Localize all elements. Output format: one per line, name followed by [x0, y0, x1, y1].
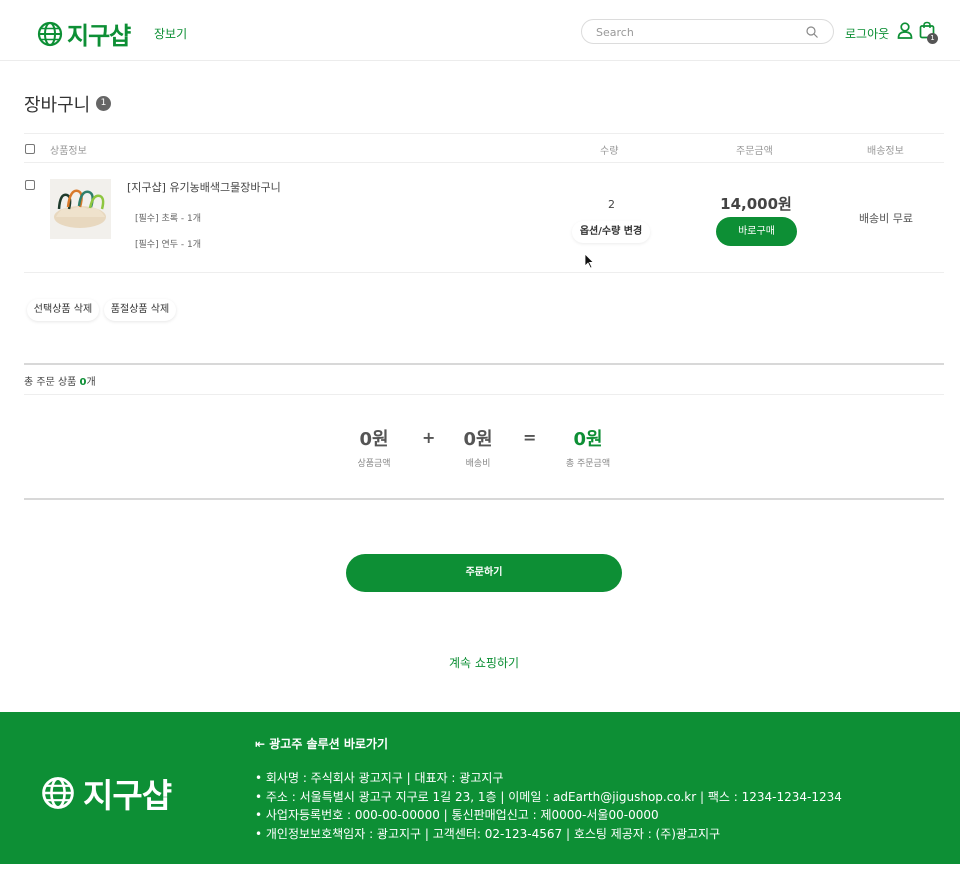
- footer-address-info: • 주소 : 서울특별시 광고구 지구로 1길 23, 1층 | 이메일 : a…: [255, 790, 842, 804]
- shipping-info: 배송비 무료: [858, 212, 914, 225]
- advertiser-solution-link[interactable]: ⇤ 광고주 솔루션 바로가기: [255, 735, 388, 752]
- equals-sign: =: [523, 428, 537, 447]
- search-box: [581, 19, 834, 44]
- footer-company-info: • 회사명 : 주식회사 광고지구 | 대표자 : 광고지구: [255, 771, 504, 785]
- change-option-button[interactable]: 옵션/수량 변경: [572, 221, 650, 243]
- product-thumbnail[interactable]: [50, 179, 111, 239]
- product-name[interactable]: [지구샵] 유기농배색그물장바구니: [127, 179, 281, 195]
- select-all-checkbox[interactable]: [25, 144, 35, 154]
- user-icon[interactable]: [897, 22, 913, 39]
- nav-shop-link[interactable]: 장보기: [154, 25, 187, 42]
- site-logo[interactable]: 지구샵: [37, 16, 131, 51]
- summary-divider: [24, 394, 944, 395]
- search-icon[interactable]: [805, 25, 819, 39]
- cart-item-row: [지구샵] 유기농배색그물장바구니 [필수] 초록 - 1개 [필수] 연두 -…: [24, 163, 944, 273]
- footer-privacy-info: • 개인정보보호책임자 : 광고지구 | 고객센터: 02-123-4567 |…: [255, 827, 721, 841]
- site-header: 지구샵 장보기 로그아웃 1: [0, 0, 960, 61]
- total-amount: 0원: [573, 429, 603, 450]
- column-shipping: 배송정보: [867, 146, 904, 157]
- order-button[interactable]: 주문하기: [346, 554, 622, 592]
- search-input[interactable]: [596, 24, 796, 40]
- delete-selected-button[interactable]: 선택상품 삭제: [27, 299, 99, 321]
- delete-soldout-button[interactable]: 품절상품 삭제: [104, 299, 176, 321]
- footer-logo-text: 지구샵: [83, 776, 172, 815]
- logout-link[interactable]: 로그아웃: [845, 25, 889, 42]
- continue-shopping-link[interactable]: 계속 쇼핑하기: [384, 654, 584, 671]
- product-option: [필수] 연두 - 1개: [135, 240, 201, 250]
- cart-table-header: 상품정보 수량 주문금액 배송정보: [24, 133, 944, 163]
- cart-count-badge: 1: [927, 33, 938, 44]
- shipping-amount: 0원: [463, 429, 493, 450]
- total-amount-label: 총 주문금액: [565, 459, 611, 469]
- page-title: 장바구니: [24, 95, 91, 116]
- count-suffix: 개: [86, 377, 96, 388]
- globe-icon: [37, 21, 63, 46]
- mouse-cursor-icon: [584, 253, 594, 269]
- logo-text: 지구샵: [67, 22, 131, 50]
- buy-now-button[interactable]: 바로구매: [716, 217, 797, 246]
- column-product: 상품정보: [50, 146, 87, 157]
- product-amount-label: 상품금액: [357, 459, 391, 469]
- cart-item-count-badge: 1: [96, 96, 111, 111]
- product-option: [필수] 초록 - 1개: [135, 214, 201, 224]
- column-quantity: 수량: [600, 146, 619, 157]
- shipping-amount-label: 배송비: [465, 459, 491, 469]
- item-checkbox[interactable]: [25, 180, 35, 190]
- order-item-count: 총 주문 상품 0개: [24, 373, 96, 388]
- item-quantity: 2: [608, 198, 615, 211]
- product-amount: 0원: [359, 429, 389, 450]
- page-bottom-space: [0, 864, 960, 895]
- footer-logo[interactable]: 지구샵: [41, 769, 172, 817]
- summary-divider-top: [24, 363, 944, 365]
- column-price: 주문금액: [736, 146, 773, 157]
- item-price: 14,000원: [720, 195, 792, 213]
- count-prefix: 총 주문 상품: [24, 377, 80, 388]
- summary-divider-bottom: [24, 498, 944, 500]
- footer-business-info: • 사업자등록번호 : 000-00-00000 | 통신판매업신고 : 제00…: [255, 808, 659, 822]
- site-footer: 지구샵 ⇤ 광고주 솔루션 바로가기 • 회사명 : 주식회사 광고지구 | 대…: [0, 712, 960, 864]
- count-value: 0: [79, 377, 87, 388]
- globe-icon: [42, 777, 74, 809]
